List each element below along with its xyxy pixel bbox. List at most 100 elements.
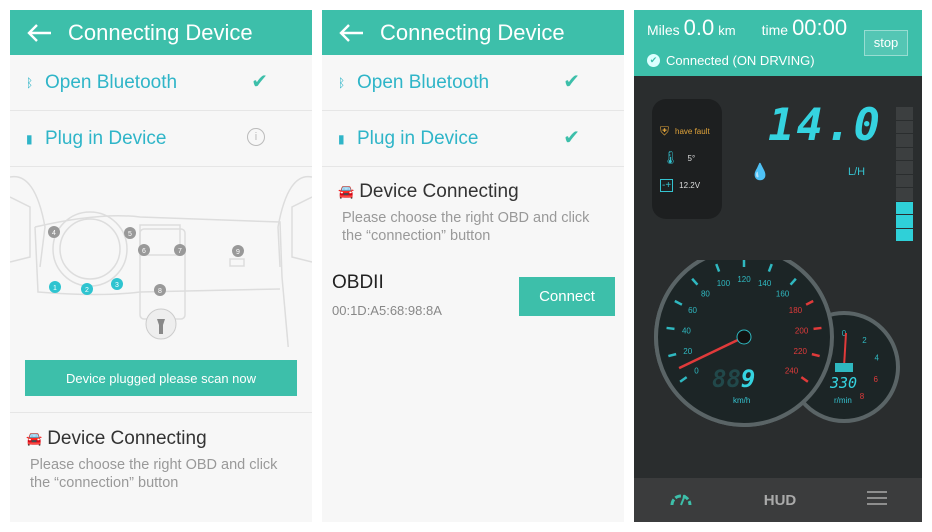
port-marker: 2 — [81, 283, 93, 295]
battery-icon: -+ — [660, 179, 674, 192]
speed-tick-label: 220 — [794, 347, 808, 356]
check-circle-icon: ✔ — [647, 54, 660, 67]
car-icon: 🚘 — [338, 184, 355, 199]
arrow-left-icon[interactable] — [10, 23, 68, 43]
svg-text:1: 1 — [53, 285, 57, 292]
page-title: Connecting Device — [68, 19, 253, 45]
speed-tick-label: 60 — [688, 306, 697, 315]
nav-hud[interactable]: HUD — [764, 492, 797, 509]
header: Connecting Device — [322, 10, 624, 55]
svg-text:2: 2 — [85, 287, 89, 294]
speed-tick-label: 160 — [776, 290, 790, 299]
connect-button[interactable]: Connect — [519, 277, 615, 316]
speed-tick-label: 200 — [795, 326, 809, 335]
step-label: Plug in Device — [357, 127, 479, 149]
speed-tick-label: 180 — [789, 306, 803, 315]
step-label: Open Bluetooth — [357, 71, 490, 93]
bluetooth-icon: ᛒ — [338, 75, 346, 90]
device-connecting-section: 🚘 Device Connecting Please choose the rig… — [322, 167, 624, 245]
section-title: Device Connecting — [359, 181, 519, 202]
speed-value: 9 — [740, 365, 756, 393]
rpm-tick-label: 6 — [874, 375, 879, 384]
gauges: 020406080100 120 14016018020022024002468 — [654, 260, 900, 427]
port-marker: 4 — [48, 226, 60, 238]
speed-tick — [813, 326, 822, 331]
thermometer-icon: 🌡 — [662, 150, 679, 165]
rpm-tick-label: 8 — [860, 392, 865, 401]
port-marker: 9 — [232, 245, 244, 257]
speed-unit: km/h — [733, 396, 751, 405]
rpm-tick-label: 2 — [862, 336, 867, 345]
svg-text:4: 4 — [52, 230, 56, 237]
divider — [10, 412, 312, 413]
menu-icon[interactable] — [866, 490, 887, 510]
speed-tick-label: 80 — [701, 290, 710, 299]
check-icon: ✔ — [563, 71, 580, 93]
svg-text:3: 3 — [115, 282, 119, 289]
plug-icon: ▮ — [26, 131, 33, 146]
fuel-segment — [896, 188, 913, 201]
miles-label: Miles — [647, 22, 680, 38]
step-plug-in-device: ▮ Plug in Device ✔ — [322, 111, 624, 167]
port-marker: 1 — [49, 281, 61, 293]
info-icon[interactable]: i — [247, 128, 265, 146]
bluetooth-icon: ᛒ — [26, 75, 34, 90]
fuel-level-bar — [896, 107, 913, 241]
fuel-segment — [896, 201, 913, 214]
speed-tick-label: 240 — [785, 366, 799, 375]
speed-tick-label: 40 — [682, 326, 691, 335]
step-plug-in-device: ▮ Plug in Device i — [10, 111, 312, 167]
fuel-drop-icon: 💧 — [750, 164, 770, 181]
dashboard-diagram: 1 2 3 4 5 6 7 8 9 — [10, 175, 312, 347]
screen-connecting-2: Connecting Device ᛒ Open Bluetooth ✔ ▮ Plug… — [322, 10, 624, 522]
status-card: ⛨ have fault 🌡 5° -+ 12.2V — [652, 99, 722, 219]
fuel-segment — [896, 215, 913, 228]
time-value: 00:00 — [792, 15, 848, 40]
speed-tick-label: 140 — [758, 279, 772, 288]
fuel-segment — [896, 134, 913, 147]
voltage: 12.2V — [679, 181, 701, 190]
device-connecting-section: 🚘 Device Connecting Please choose the rig… — [10, 414, 296, 492]
fuel-segment — [896, 174, 913, 187]
fuel-segment — [896, 107, 913, 120]
header: Connecting Device — [10, 10, 312, 55]
shield-icon: ⛨ — [660, 124, 670, 138]
port-marker: 7 — [174, 244, 186, 256]
screen-driving-dashboard: Miles 0.0 km time 00:00 stop ✔ Connected… — [634, 10, 922, 522]
speed-tick-label: 20 — [683, 347, 692, 356]
screen-connecting-1: Connecting Device ᛒ Open Bluetooth ✔ ▮ Plug… — [10, 10, 312, 522]
rpm-value: 330 — [830, 374, 858, 392]
speed-tick-label: 0 — [694, 366, 699, 375]
step-open-bluetooth: ᛒ Open Bluetooth ✔ — [322, 55, 624, 111]
scan-now-button[interactable]: Device plugged please scan now — [25, 360, 297, 396]
svg-text:7: 7 — [178, 248, 182, 255]
port-marker: 6 — [138, 244, 150, 256]
device-list-item[interactable]: OBDII 00:1D:A5:68:98:8A — [332, 272, 442, 318]
needle-hub — [736, 329, 752, 345]
stop-button[interactable]: stop — [864, 30, 908, 56]
connection-status: Connected (ON DRVING) — [666, 53, 815, 68]
fuel-segment — [896, 120, 913, 133]
svg-text:6: 6 — [142, 248, 146, 255]
speed-dim-digits: 88 — [712, 365, 741, 393]
rpm-unit: r/min — [834, 396, 852, 405]
trip-header: Miles 0.0 km time 00:00 stop ✔ Connected… — [634, 10, 922, 76]
check-icon: ✔ — [251, 71, 268, 93]
speed-tick — [666, 326, 675, 331]
miles-unit: km — [718, 23, 736, 38]
fuel-segment — [896, 147, 913, 160]
fuel-segment — [896, 161, 913, 174]
plug-icon: ▮ — [338, 131, 345, 146]
hint-text: Please choose the right OBD and click th… — [342, 210, 590, 244]
step-label: Open Bluetooth — [45, 71, 178, 93]
speedometer-icon[interactable] — [669, 490, 693, 511]
arrow-left-icon[interactable] — [322, 23, 380, 43]
svg-text:5: 5 — [128, 231, 132, 238]
time-label: time — [761, 22, 789, 38]
check-icon: ✔ — [563, 127, 580, 149]
port-marker: 3 — [111, 278, 123, 290]
page-title: Connecting Device — [380, 19, 565, 45]
svg-text:9: 9 — [236, 249, 240, 256]
section-title: Device Connecting — [47, 428, 207, 449]
speed-tick-label: 120 — [737, 275, 751, 284]
